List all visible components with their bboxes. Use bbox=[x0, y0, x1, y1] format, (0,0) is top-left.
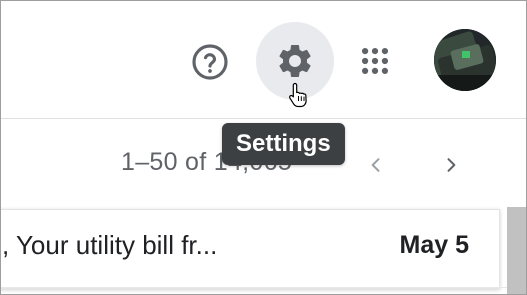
apps-grid-icon bbox=[361, 47, 389, 75]
email-snippet: , Your utility bill fr... bbox=[2, 230, 218, 260]
chevron-right-icon bbox=[447, 158, 456, 172]
gmail-window: 1–50 of 14,065 Settings , Your utility b… bbox=[0, 0, 527, 295]
chevron-left-icon bbox=[371, 158, 380, 172]
gear-icon bbox=[279, 44, 311, 77]
pointer-cursor-icon bbox=[289, 82, 307, 108]
header-divider bbox=[1, 118, 526, 119]
email-date: May 5 bbox=[399, 231, 469, 259]
avatar-image bbox=[434, 29, 496, 91]
row-divider bbox=[1, 287, 507, 288]
account-avatar[interactable] bbox=[434, 29, 496, 91]
settings-tooltip: Settings bbox=[222, 123, 345, 165]
newer-page-button[interactable] bbox=[358, 147, 394, 183]
help-button[interactable] bbox=[189, 41, 231, 83]
help-circle-icon bbox=[192, 44, 228, 80]
email-row[interactable]: , Your utility bill fr... May 5 bbox=[1, 209, 500, 289]
scrollbar-thumb[interactable] bbox=[507, 207, 526, 294]
google-apps-button[interactable] bbox=[351, 37, 399, 85]
older-page-button[interactable] bbox=[433, 147, 469, 183]
